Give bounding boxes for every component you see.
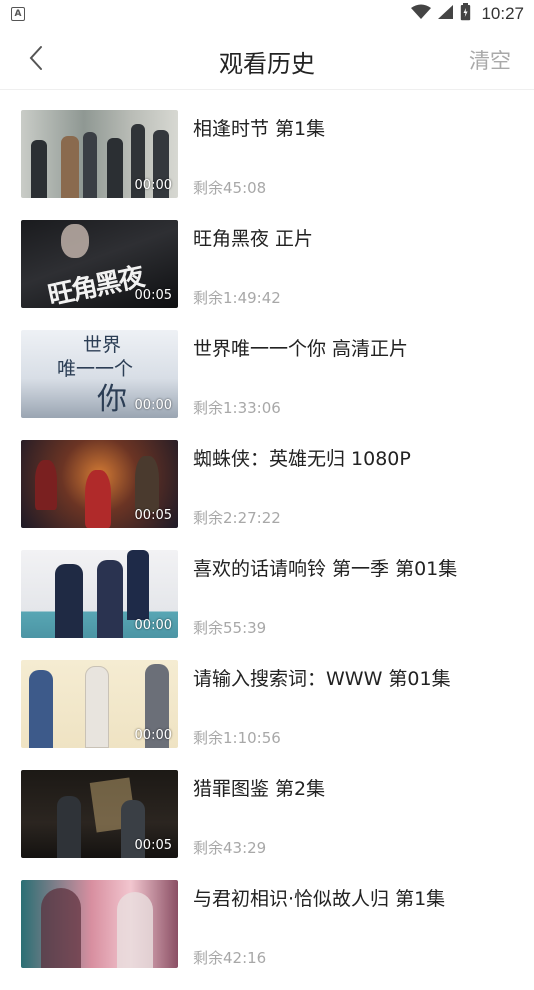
video-title: 请输入搜索词：WWW 第01集: [193, 668, 451, 690]
page-title: 观看历史: [219, 50, 315, 78]
poster-title-line: 世界: [83, 334, 122, 356]
battery-icon: [460, 3, 471, 25]
video-thumbnail: 00:05: [21, 770, 178, 858]
video-duration: 00:00: [134, 618, 172, 633]
video-title: 旺角黑夜 正片: [193, 228, 314, 250]
video-duration: 00:05: [134, 838, 172, 853]
remaining-time: 剩余1:10:56: [193, 729, 281, 747]
clear-history-button[interactable]: 清空: [469, 45, 511, 75]
video-duration: 00:05: [134, 508, 172, 523]
video-duration: 00:00: [134, 398, 172, 413]
remaining-time: 剩余42:16: [193, 949, 267, 967]
remaining-time: 剩余45:08: [193, 179, 267, 197]
video-thumbnail: [21, 880, 178, 968]
wifi-icon: [411, 4, 432, 24]
history-item[interactable]: 与君初相识·恰似故人归 第1集 剩余42:16: [0, 880, 534, 990]
poster-title-line: 你: [97, 382, 127, 417]
video-thumbnail: 旺角黑夜 00:05: [21, 220, 178, 308]
history-item[interactable]: 00:00 相逢时节 第1集 剩余45:08: [0, 110, 534, 220]
history-list: 00:00 相逢时节 第1集 剩余45:08 旺角黑夜 00:05 旺角黑夜 正…: [0, 110, 534, 990]
history-item[interactable]: 00:00 喜欢的话请响铃 第一季 第01集 剩余55:39: [0, 550, 534, 660]
app-notification-icon: A: [11, 7, 25, 21]
status-bar: A 10:27: [0, 0, 534, 28]
cellular-signal-icon: [437, 4, 454, 24]
video-thumbnail: 00:00: [21, 660, 178, 748]
history-item[interactable]: 旺角黑夜 00:05 旺角黑夜 正片 剩余1:49:42: [0, 220, 534, 330]
video-thumbnail: 00:00: [21, 550, 178, 638]
poster-title-text: 旺角黑夜: [45, 262, 146, 308]
remaining-time: 剩余1:33:06: [193, 399, 281, 417]
remaining-time: 剩余1:49:42: [193, 289, 281, 307]
video-thumbnail: 世界 唯一一个 你 00:00: [21, 330, 178, 418]
remaining-time: 剩余2:27:22: [193, 509, 281, 527]
video-duration: 00:05: [134, 288, 172, 303]
top-app-bar: 观看历史 清空: [0, 28, 534, 90]
video-title: 与君初相识·恰似故人归 第1集: [193, 888, 446, 910]
video-title: 喜欢的话请响铃 第一季 第01集: [193, 558, 458, 580]
video-duration: 00:00: [134, 728, 172, 743]
status-right-group: 10:27: [411, 3, 524, 25]
video-duration: 00:00: [134, 178, 172, 193]
video-thumbnail: 00:05: [21, 440, 178, 528]
video-title: 相逢时节 第1集: [193, 118, 326, 140]
video-title: 世界唯一一个你 高清正片: [193, 338, 409, 360]
history-item[interactable]: 00:00 请输入搜索词：WWW 第01集 剩余1:10:56: [0, 660, 534, 770]
history-item[interactable]: 00:05 猎罪图鉴 第2集 剩余43:29: [0, 770, 534, 880]
remaining-time: 剩余43:29: [193, 839, 267, 857]
remaining-time: 剩余55:39: [193, 619, 267, 637]
video-title: 蜘蛛侠：英雄无归 1080P: [193, 448, 411, 470]
history-item[interactable]: 00:05 蜘蛛侠：英雄无归 1080P 剩余2:27:22: [0, 440, 534, 550]
video-title: 猎罪图鉴 第2集: [193, 778, 326, 800]
history-item[interactable]: 世界 唯一一个 你 00:00 世界唯一一个你 高清正片 剩余1:33:06: [0, 330, 534, 440]
video-thumbnail: 00:00: [21, 110, 178, 198]
status-time: 10:27: [481, 4, 524, 23]
